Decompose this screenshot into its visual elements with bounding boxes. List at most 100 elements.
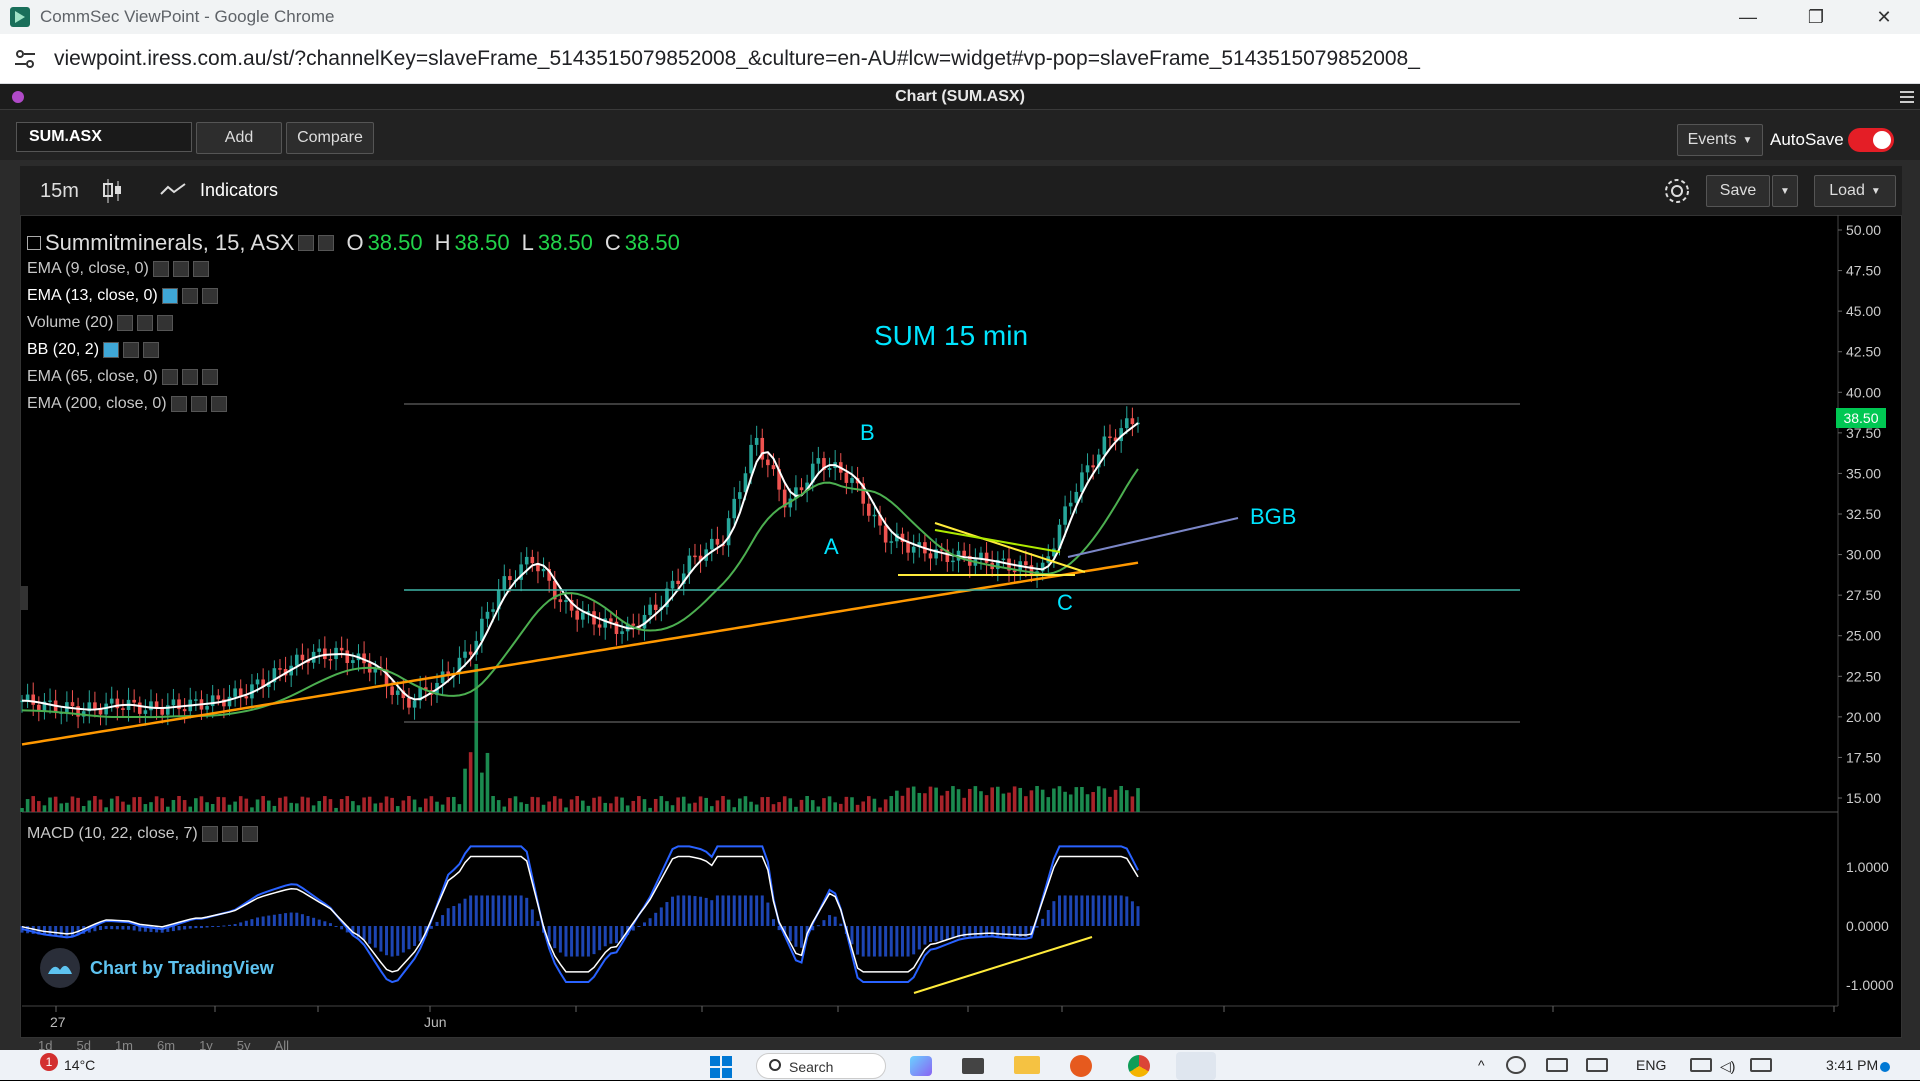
macd-histogram-bar: [1063, 895, 1067, 926]
indicator-legend-volume[interactable]: Volume (20): [27, 314, 174, 332]
macd-histogram-bar: [508, 895, 512, 926]
indicator-legend-ema13[interactable]: EMA (13, close, 0): [27, 287, 218, 305]
open-label: O: [346, 230, 364, 255]
weather-temp[interactable]: 14°C: [64, 1057, 95, 1073]
task-view-icon[interactable]: [962, 1058, 984, 1074]
sync-icon[interactable]: [1506, 1056, 1526, 1074]
macd-divergence-line: [913, 936, 1093, 994]
collapse-icon[interactable]: [27, 236, 41, 250]
tradingview-watermark[interactable]: Chart by TradingView: [40, 948, 274, 988]
volume-bar: [732, 807, 737, 812]
tray-chevron-icon[interactable]: ^: [1478, 1057, 1485, 1073]
macd-histogram-bar: [682, 895, 686, 926]
volume-bar: [222, 797, 226, 812]
language-indicator[interactable]: ENG: [1636, 1057, 1666, 1073]
taskbar-search[interactable]: Search: [756, 1053, 886, 1079]
keyboard-icon[interactable]: [1546, 1058, 1568, 1072]
macd-histogram-bar: [1069, 895, 1073, 926]
eye-icon[interactable]: [152, 261, 169, 277]
volume-bar: [1119, 786, 1123, 812]
eye-icon[interactable]: [161, 369, 178, 385]
candle-body: [928, 553, 933, 559]
gear-icon[interactable]: [123, 342, 140, 358]
candle-body: [463, 651, 467, 658]
eye-icon[interactable]: [170, 396, 187, 412]
volume-bar: [653, 798, 658, 812]
search-icon: [769, 1059, 781, 1071]
candle-body: [412, 700, 417, 708]
volume-bar: [569, 799, 574, 812]
macd-histogram-bar: [121, 926, 125, 930]
notification-dot-icon[interactable]: [1880, 1062, 1890, 1072]
battery-icon[interactable]: [1750, 1058, 1772, 1072]
macd-histogram-bar: [272, 914, 276, 926]
gear-icon[interactable]: [137, 315, 154, 331]
macd-histogram-bar: [693, 896, 697, 926]
macd-histogram-bar: [895, 926, 899, 957]
firefox-icon[interactable]: [1070, 1055, 1092, 1077]
start-windows-icon[interactable]: [710, 1056, 732, 1078]
display-icon[interactable]: [1586, 1058, 1608, 1072]
macd-histogram-bar: [295, 912, 299, 926]
indicator-legend-ema9[interactable]: EMA (9, close, 0): [27, 260, 209, 278]
price-chart[interactable]: 50.0047.5045.0042.5040.0037.5035.0032.50…: [0, 0, 1920, 1050]
file-explorer-icon[interactable]: [1014, 1056, 1040, 1074]
eye-icon[interactable]: [103, 342, 120, 358]
volume-bar: [967, 788, 972, 812]
network-icon[interactable]: [1690, 1058, 1712, 1072]
volume-bar: [956, 789, 961, 812]
volume-bar: [323, 796, 327, 812]
copilot-icon[interactable]: [910, 1056, 932, 1076]
close-icon[interactable]: [201, 369, 218, 385]
gear-icon[interactable]: [172, 261, 189, 277]
macd-histogram-bar: [985, 926, 989, 937]
volume-bar: [283, 796, 288, 812]
indicator-label: BB (20, 2): [27, 341, 100, 358]
eye-icon[interactable]: [161, 288, 178, 304]
macd-histogram-bar: [1052, 901, 1056, 926]
indicator-legend-bb[interactable]: BB (20, 2): [27, 341, 160, 359]
volume-bar: [401, 800, 406, 812]
candle-body: [1108, 436, 1112, 439]
chrome-icon[interactable]: [1128, 1055, 1150, 1077]
active-app-icon[interactable]: [1176, 1052, 1216, 1080]
macd-histogram-bar: [328, 923, 332, 926]
candle-body: [351, 660, 355, 664]
macd-histogram-bar: [289, 912, 293, 926]
candle-body: [31, 694, 36, 705]
eye-icon[interactable]: [117, 315, 134, 331]
indicator-label: EMA (200, close, 0): [27, 395, 167, 412]
macd-histogram-bar: [598, 926, 602, 951]
macd-histogram-bar: [570, 926, 574, 957]
eye-icon[interactable]: [201, 826, 218, 842]
indicator-legend-ema200[interactable]: EMA (200, close, 0): [27, 395, 227, 413]
gear-icon[interactable]: [221, 826, 238, 842]
close-icon[interactable]: [192, 261, 209, 277]
macd-histogram-bar: [822, 920, 826, 926]
volume-bar: [149, 802, 153, 812]
candle-body: [227, 696, 232, 707]
macd-histogram-bar: [973, 926, 977, 937]
gear-icon[interactable]: [181, 288, 198, 304]
volume-bar: [407, 796, 411, 812]
candle-body: [693, 555, 697, 558]
eye-icon[interactable]: [298, 235, 315, 251]
macd-histogram-bar: [491, 895, 495, 926]
macd-legend[interactable]: MACD (10, 22, close, 7): [27, 825, 258, 843]
volume-bar: [581, 800, 585, 812]
gear-icon[interactable]: [181, 369, 198, 385]
volume-icon[interactable]: ◁): [1720, 1058, 1735, 1075]
clock-time[interactable]: 3:41 PM: [1826, 1057, 1878, 1073]
close-icon[interactable]: [201, 288, 218, 304]
close-icon[interactable]: [241, 826, 258, 842]
close-icon[interactable]: [210, 396, 227, 412]
gear-icon[interactable]: [190, 396, 207, 412]
volume-bar: [1052, 788, 1056, 812]
macd-histogram-bar: [463, 898, 467, 926]
close-icon[interactable]: [143, 342, 160, 358]
macd-histogram-bar: [867, 926, 871, 957]
gear-icon[interactable]: [318, 235, 335, 251]
candle-body: [407, 698, 411, 708]
indicator-legend-ema65[interactable]: EMA (65, close, 0): [27, 368, 218, 386]
close-icon[interactable]: [157, 315, 174, 331]
